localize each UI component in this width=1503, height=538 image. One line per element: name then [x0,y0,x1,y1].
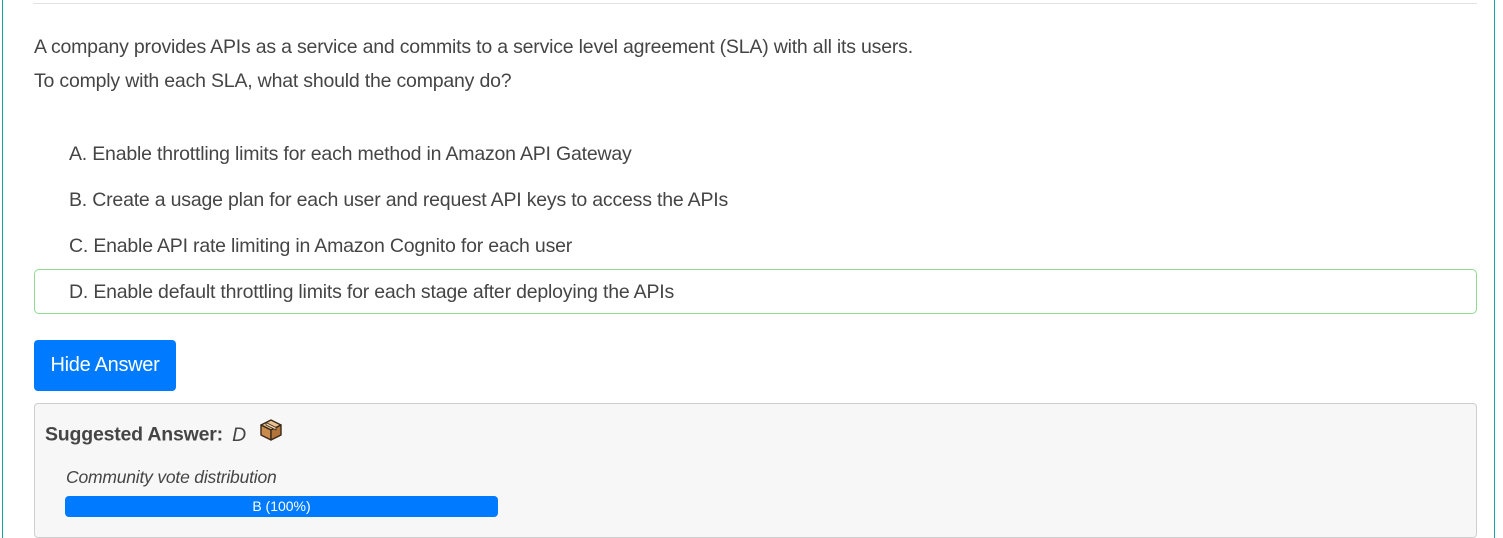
question-line-1: A company provides APIs as a service and… [34,36,913,58]
choice-c[interactable]: C. Enable API rate limiting in Amazon Co… [34,223,1477,268]
vote-progress: B (100%) [65,496,498,517]
suggested-answer-label: Suggested Answer: [45,423,223,446]
choices-list: A. Enable throttling limits for each met… [34,131,1477,315]
suggested-answer: Suggested Answer: D [45,418,283,451]
vote-bar-b[interactable]: B (100%) [65,496,498,517]
divider [33,3,1477,4]
community-vote-label: Community vote distribution [66,467,277,487]
answer-panel: Suggested Answer: D Community vote distr… [34,403,1477,538]
suggested-answer-value: D [232,423,247,446]
question-line-2: To comply with each SLA, what should the… [34,70,512,92]
question-card: A company provides APIs as a service and… [2,0,1495,538]
question-text: A company provides APIs as a service and… [34,30,913,98]
choice-d[interactable]: D. Enable default throttling limits for … [34,269,1477,314]
choice-a[interactable]: A. Enable throttling limits for each met… [34,131,1477,176]
hide-answer-button[interactable]: Hide Answer [34,340,176,391]
box-icon[interactable] [259,418,283,449]
choice-b[interactable]: B. Create a usage plan for each user and… [34,177,1477,222]
